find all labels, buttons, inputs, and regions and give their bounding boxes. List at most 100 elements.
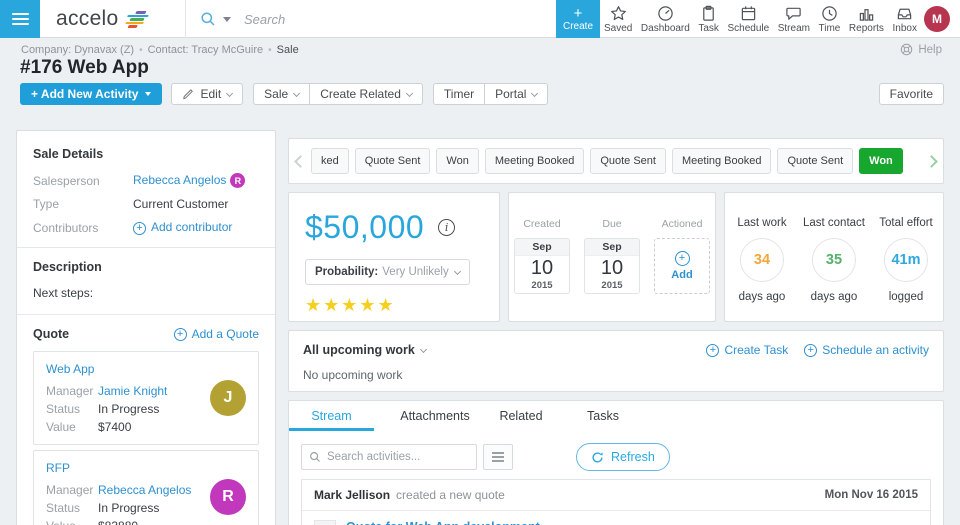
list-view-button[interactable]	[483, 444, 513, 470]
create-button[interactable]: + Create	[556, 0, 600, 38]
star-rating[interactable]: ★★★★★	[305, 295, 483, 316]
stage-chip[interactable]: Quote Sent	[355, 148, 431, 174]
global-search[interactable]	[185, 0, 556, 38]
divider	[17, 314, 275, 315]
salesperson-avatar: R	[230, 173, 245, 188]
stage-chip[interactable]: Meeting Booked	[672, 148, 772, 174]
sale-amount: $50,000	[305, 209, 424, 246]
nav-reports[interactable]: Reports	[848, 0, 885, 38]
create-task-link[interactable]: +Create Task	[706, 343, 788, 357]
nav-stream[interactable]: Stream	[777, 0, 811, 38]
stage-chip[interactable]: Quote Sent	[777, 148, 853, 174]
activities-search-input[interactable]	[327, 451, 462, 463]
breadcrumb-company[interactable]: Company: Dynavax (Z)	[21, 44, 134, 56]
due-date-column: Due Sep 10 2015	[584, 218, 640, 321]
action-toolbar: + Add New Activity Edit Sale Create Rela…	[20, 83, 548, 105]
stage-chip[interactable]: Meeting Booked	[485, 148, 585, 174]
schedule-activity-link[interactable]: +Schedule an activity	[804, 343, 929, 357]
nav-dashboard[interactable]: Dashboard	[640, 0, 691, 38]
global-search-input[interactable]	[244, 12, 484, 27]
plus-circle-icon: +	[174, 328, 187, 341]
add-contributor-link[interactable]: +Add contributor	[133, 220, 232, 234]
quote-card-web-app[interactable]: Web App ManagerJamie Knight StatusIn Pro…	[33, 351, 259, 445]
top-nav-items: Saved Dashboard Task Schedule Stream Tim…	[603, 0, 918, 38]
star-icon	[610, 5, 627, 22]
probability-dropdown[interactable]: Probability: Very Unlikely	[305, 259, 470, 285]
quote-manager-link[interactable]: Rebecca Angelos	[98, 483, 191, 497]
stage-chip[interactable]: Won	[436, 148, 478, 174]
quote-link[interactable]: Web App	[46, 362, 94, 376]
progression-scroll-right-icon[interactable]	[925, 155, 938, 168]
add-new-activity-button[interactable]: + Add New Activity	[20, 83, 162, 105]
accelo-sale-page: accelo + Create Saved Dashboard	[0, 0, 960, 525]
progression-scroll-left-icon[interactable]	[294, 155, 307, 168]
stream-entry-author[interactable]: Mark Jellison	[314, 488, 390, 502]
nav-time[interactable]: Time	[818, 0, 842, 38]
hamburger-menu-button[interactable]	[0, 0, 40, 38]
quote-manager-link[interactable]: Jamie Knight	[98, 384, 167, 398]
stream-entry-header[interactable]: Mark Jellison created a new quote Mon No…	[302, 480, 930, 510]
tab-attachments[interactable]: Attachments	[374, 401, 496, 431]
stage-chip[interactable]: Quote Sent	[590, 148, 666, 174]
created-date-tile[interactable]: Sep 10 2015	[514, 238, 570, 294]
salesperson-link[interactable]: Rebecca Angelos	[133, 173, 226, 187]
clock-icon	[821, 5, 838, 22]
tab-tasks[interactable]: Tasks	[546, 401, 660, 431]
quote-value: $83880	[98, 519, 138, 525]
create-related-button[interactable]: Create Related	[309, 83, 423, 105]
accelo-logo[interactable]: accelo	[56, 0, 147, 38]
accelo-logo-icon	[120, 11, 150, 28]
plus-circle-icon: +	[133, 222, 146, 235]
stage-chip-current[interactable]: Won	[859, 148, 903, 174]
nav-saved[interactable]: Saved	[603, 0, 633, 38]
stream-entry-action: created a new quote	[396, 488, 505, 502]
add-actioned-date-button[interactable]: + Add	[654, 238, 710, 294]
user-avatar[interactable]: M	[924, 6, 950, 32]
caret-down-icon	[145, 92, 151, 96]
nav-schedule[interactable]: Schedule	[726, 0, 770, 38]
calendar-icon	[740, 5, 757, 22]
tab-stream[interactable]: Stream	[289, 401, 374, 431]
contributors-row: Contributors +Add contributor	[33, 220, 259, 235]
due-date-tile[interactable]: Sep 10 2015	[584, 238, 640, 294]
type-row: Type Current Customer	[33, 197, 259, 211]
last-work-value: 34	[740, 238, 784, 282]
bar-chart-icon	[858, 5, 875, 22]
breadcrumb-contact[interactable]: Contact: Tracy McGuire	[148, 44, 264, 56]
tab-related[interactable]: Related	[496, 401, 546, 431]
last-contact-stat: Last contact 35 days ago	[803, 217, 865, 321]
chevron-down-icon	[454, 267, 461, 274]
search-icon	[309, 451, 321, 463]
stage-chip-truncated[interactable]: ked	[311, 148, 349, 174]
pencil-icon	[182, 88, 194, 100]
help-lifering-icon	[900, 43, 913, 56]
upcoming-work-filter[interactable]: All upcoming work	[303, 343, 415, 357]
quote-link[interactable]: RFP	[46, 461, 70, 475]
stream-tabs: Stream Attachments Related Tasks	[289, 401, 943, 431]
refresh-icon	[591, 451, 604, 464]
breadcrumb-separator: •	[139, 45, 143, 56]
stream-entry-quote-link[interactable]: Quote for Web App development	[346, 520, 540, 525]
sale-progression-bar: ked Quote Sent Won Meeting Booked Quote …	[288, 138, 944, 184]
refresh-button[interactable]: Refresh	[576, 443, 670, 471]
favorite-button[interactable]: Favorite	[879, 83, 944, 105]
info-icon[interactable]: i	[438, 219, 455, 236]
activities-search[interactable]	[301, 444, 477, 470]
plus-circle-icon: +	[706, 344, 719, 357]
edit-button[interactable]: Edit	[171, 83, 243, 105]
gauge-icon	[657, 5, 674, 22]
quote-card-rfp[interactable]: RFP ManagerRebecca Angelos StatusIn Prog…	[33, 450, 259, 525]
plus-circle-icon: +	[675, 251, 690, 266]
list-icon	[492, 452, 504, 454]
add-quote-link[interactable]: +Add a Quote	[174, 327, 259, 341]
nav-inbox[interactable]: Inbox	[891, 0, 917, 38]
search-scope-caret-icon[interactable]	[223, 17, 231, 22]
help-button[interactable]: Help	[900, 43, 942, 56]
timer-button[interactable]: Timer	[433, 83, 485, 105]
activity-stream-panel: Stream Attachments Related Tasks Refresh…	[288, 400, 944, 525]
nav-task[interactable]: Task	[697, 0, 720, 38]
portal-button[interactable]: Portal	[484, 83, 548, 105]
stream-entry-body[interactable]: Quote for Web App development	[302, 510, 930, 525]
sale-menu-button[interactable]: Sale	[253, 83, 310, 105]
chevron-down-icon	[226, 89, 233, 96]
